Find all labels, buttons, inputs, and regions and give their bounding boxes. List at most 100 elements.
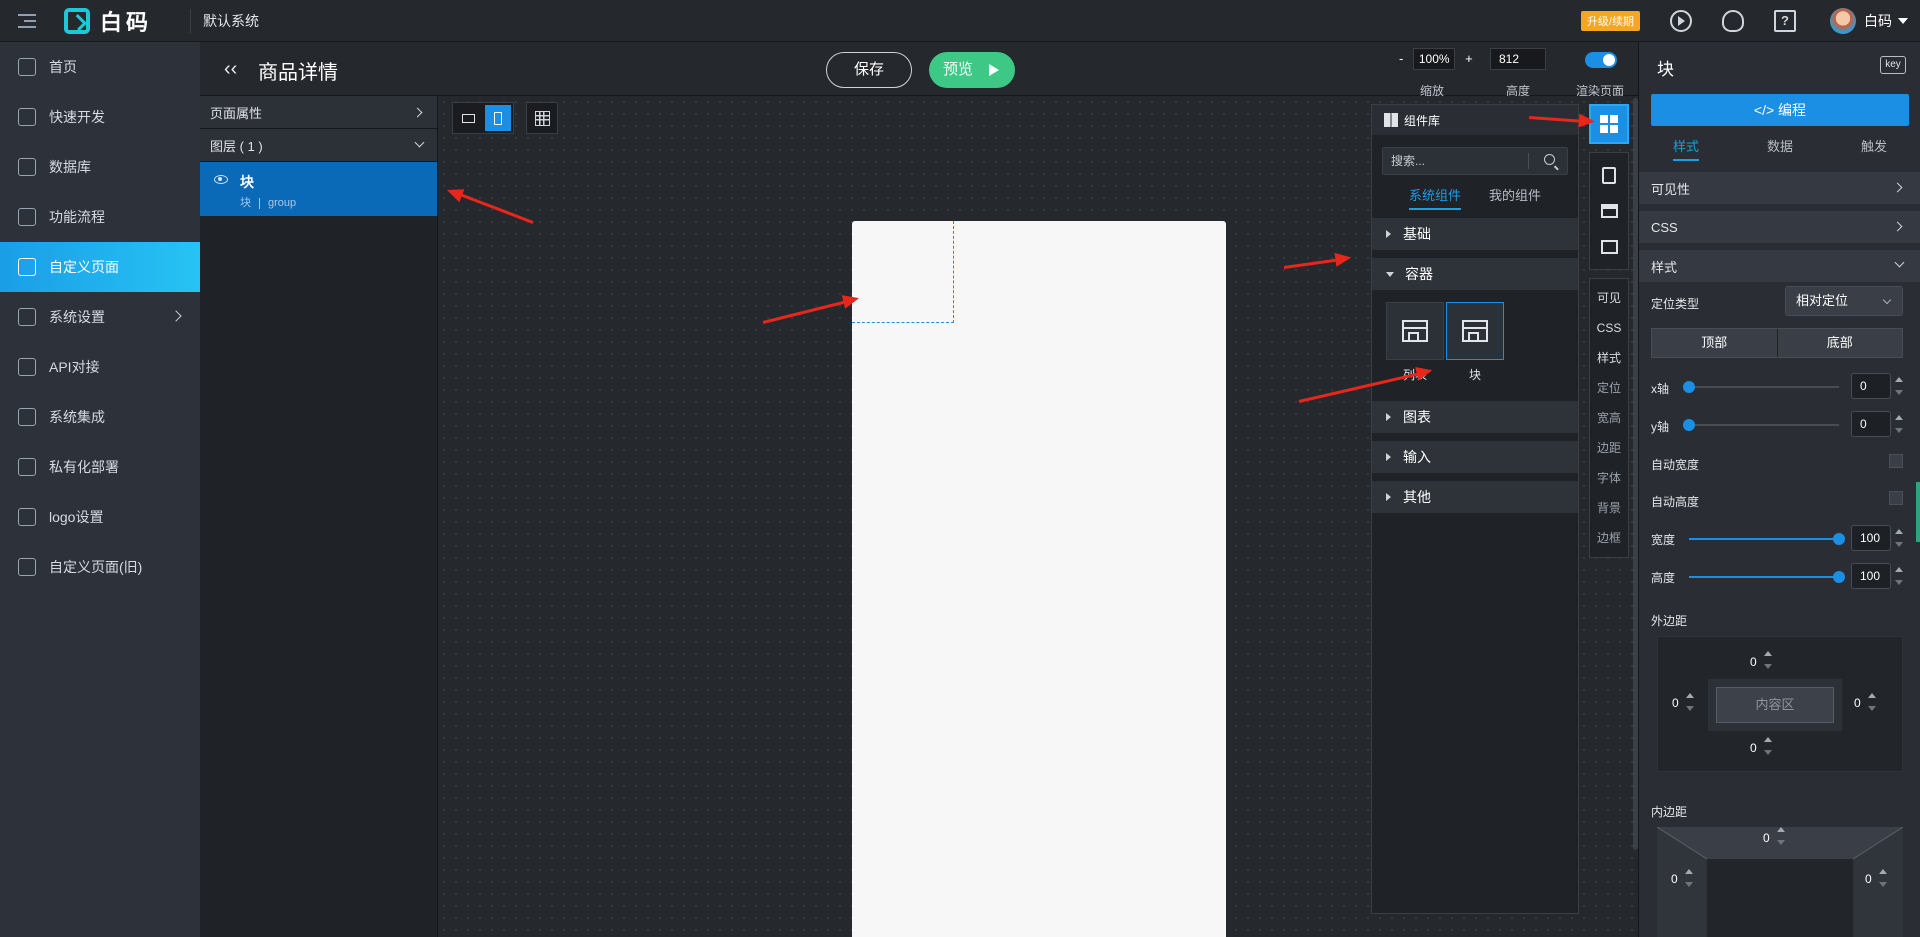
sidebar-item-private-deploy[interactable]: 私有化部署: [0, 442, 200, 492]
key-badge[interactable]: key: [1880, 56, 1906, 74]
padding-right-value[interactable]: 0: [1865, 872, 1872, 886]
shortcut-background[interactable]: 背景: [1590, 493, 1628, 523]
tab-style[interactable]: 样式: [1672, 136, 1699, 161]
x-axis-input[interactable]: 0: [1851, 373, 1903, 399]
sidebar-item-quick-dev[interactable]: 快速开发: [0, 92, 200, 142]
padding-left-value[interactable]: 0: [1671, 872, 1678, 886]
table-layout-button[interactable]: [1590, 193, 1628, 229]
user-menu-caret-icon[interactable]: [1898, 18, 1908, 24]
shortcut-font[interactable]: 字体: [1590, 463, 1628, 493]
slider-knob[interactable]: [1683, 419, 1695, 431]
section-style[interactable]: 样式: [1639, 250, 1920, 282]
page-properties-header[interactable]: 页面属性: [200, 96, 437, 129]
stepper-icon[interactable]: [1894, 565, 1904, 587]
tab-system-components[interactable]: 系统组件: [1408, 185, 1461, 210]
width-slider[interactable]: [1689, 533, 1845, 545]
slider-knob[interactable]: [1833, 571, 1845, 583]
category-container[interactable]: 容器: [1372, 258, 1578, 290]
stepper-icon[interactable]: [1879, 869, 1887, 887]
component-block[interactable]: 块: [1446, 302, 1504, 383]
section-visibility[interactable]: 可见性: [1639, 172, 1920, 204]
tab-my-components[interactable]: 我的组件: [1489, 185, 1541, 210]
shortcut-css[interactable]: CSS: [1590, 313, 1628, 343]
category-input[interactable]: 输入: [1372, 441, 1578, 473]
padding-top-value[interactable]: 0: [1763, 831, 1770, 845]
width-input[interactable]: 100: [1851, 525, 1903, 551]
sidebar-item-custom-page-old[interactable]: 自定义页面(旧): [0, 542, 200, 592]
shortcut-size[interactable]: 宽高: [1590, 403, 1628, 433]
stepper-icon[interactable]: [1686, 693, 1694, 711]
stepper-icon[interactable]: [1764, 651, 1772, 669]
sidebar-item-database[interactable]: 数据库: [0, 142, 200, 192]
slider-knob[interactable]: [1683, 381, 1695, 393]
user-name[interactable]: 白码: [1864, 11, 1892, 31]
code-edit-button[interactable]: </> 编程: [1651, 94, 1909, 126]
y-axis-input[interactable]: 0: [1851, 411, 1903, 437]
shortcut-border[interactable]: 边框: [1590, 523, 1628, 553]
height-slider[interactable]: [1689, 571, 1845, 583]
sidebar-item-settings[interactable]: 系统设置: [0, 292, 200, 342]
desktop-view-button[interactable]: [455, 105, 481, 131]
stepper-icon[interactable]: [1777, 827, 1785, 845]
y-axis-slider[interactable]: [1683, 419, 1839, 431]
stepper-icon[interactable]: [1764, 737, 1772, 755]
shortcut-spacing[interactable]: 边距: [1590, 433, 1628, 463]
layers-header[interactable]: 图层 ( 1 ): [200, 129, 437, 162]
anchor-top-button[interactable]: 顶部: [1652, 329, 1777, 357]
preview-button[interactable]: 预览: [929, 52, 1015, 88]
category-other[interactable]: 其他: [1372, 481, 1578, 513]
shortcut-position[interactable]: 定位: [1590, 373, 1628, 403]
stepper-icon[interactable]: [1685, 869, 1693, 887]
mobile-view-button[interactable]: [485, 105, 511, 131]
panel-scrollbar[interactable]: [1916, 482, 1920, 542]
stepper-icon[interactable]: [1894, 375, 1904, 397]
auto-width-checkbox[interactable]: [1889, 454, 1903, 468]
avatar[interactable]: [1830, 8, 1856, 34]
grid-toggle-button[interactable]: [526, 102, 558, 134]
anchor-bottom-button[interactable]: 底部: [1776, 329, 1902, 357]
section-css[interactable]: CSS: [1639, 211, 1920, 243]
back-icon[interactable]: ‹‹: [224, 59, 237, 79]
clipboard-button[interactable]: [1590, 157, 1628, 193]
save-button[interactable]: 保存: [826, 52, 912, 88]
zoom-out-button[interactable]: -: [1399, 51, 1403, 66]
component-list[interactable]: 列表: [1386, 302, 1444, 383]
shortcut-visible[interactable]: 可见: [1590, 283, 1628, 313]
shortcut-style[interactable]: 样式: [1590, 343, 1628, 373]
zoom-in-button[interactable]: +: [1465, 51, 1473, 66]
position-type-select[interactable]: 相对定位: [1785, 286, 1903, 316]
help-icon[interactable]: ?: [1774, 10, 1796, 32]
selected-block[interactable]: [852, 221, 954, 323]
sidebar-item-flow[interactable]: 功能流程: [0, 192, 200, 242]
play-icon[interactable]: [1670, 10, 1692, 32]
category-chart[interactable]: 图表: [1372, 401, 1578, 433]
system-name[interactable]: 默认系统: [203, 11, 259, 31]
height-input[interactable]: 812: [1490, 48, 1546, 70]
margin-bottom-value[interactable]: 0: [1750, 741, 1757, 755]
mobile-page-canvas[interactable]: [852, 221, 1226, 937]
menu-toggle-icon[interactable]: [18, 12, 44, 30]
stepper-icon[interactable]: [1894, 413, 1904, 435]
zoom-value[interactable]: 100%: [1413, 48, 1456, 70]
category-basic[interactable]: 基础: [1372, 218, 1578, 250]
image-button[interactable]: [1590, 229, 1628, 265]
margin-left-value[interactable]: 0: [1672, 696, 1679, 710]
eye-icon[interactable]: [214, 175, 228, 184]
sidebar-item-api[interactable]: API对接: [0, 342, 200, 392]
margin-right-value[interactable]: 0: [1854, 696, 1861, 710]
component-library-toggle[interactable]: [1589, 104, 1629, 144]
layer-item[interactable]: 块 块 group: [200, 162, 437, 216]
sidebar-item-custom-page[interactable]: 自定义页面: [0, 242, 200, 292]
sidebar-item-integration[interactable]: 系统集成: [0, 392, 200, 442]
component-search-input[interactable]: 搜索...: [1382, 147, 1568, 175]
render-page-toggle[interactable]: [1585, 52, 1617, 68]
stepper-icon[interactable]: [1894, 527, 1904, 549]
tab-data[interactable]: 数据: [1767, 136, 1793, 161]
sidebar-item-home[interactable]: 首页: [0, 42, 200, 92]
auto-height-checkbox[interactable]: [1889, 491, 1903, 505]
tab-trigger[interactable]: 触发: [1861, 136, 1887, 161]
sidebar-item-logo-settings[interactable]: logo设置: [0, 492, 200, 542]
stepper-icon[interactable]: [1868, 693, 1876, 711]
search-icon[interactable]: [1544, 154, 1555, 165]
support-headset-icon[interactable]: [1722, 10, 1744, 32]
